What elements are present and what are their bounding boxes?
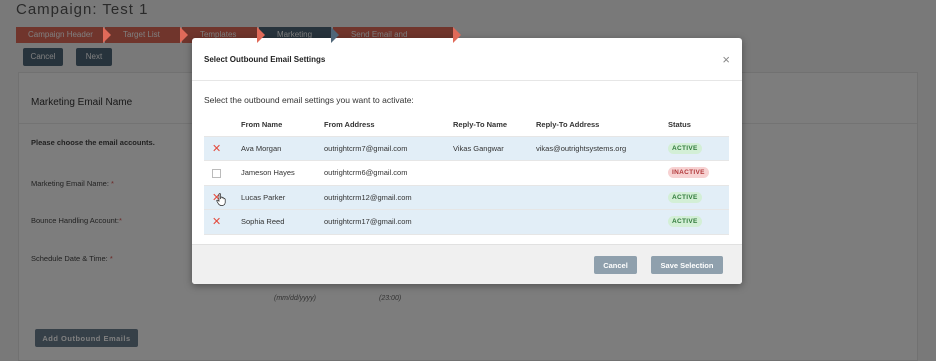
- table-header-row: From Name From Address Reply-To Name Rep…: [204, 113, 729, 137]
- table-row[interactable]: ✕ Sophia Reed outrightcrm17@gmail.com AC…: [204, 209, 729, 235]
- status-badge: ACTIVE: [668, 216, 702, 228]
- modal-header: Select Outbound Email Settings ×: [192, 38, 742, 81]
- from-name: Lucas Parker: [241, 185, 324, 210]
- from-name: Ava Morgan: [241, 136, 324, 161]
- outbound-settings-modal: Select Outbound Email Settings × Select …: [192, 38, 742, 284]
- status-badge: ACTIVE: [668, 191, 702, 203]
- modal-intro: Select the outbound email settings you w…: [204, 95, 414, 105]
- table-row[interactable]: ✕ Lucas Parker outrightcrm12@gmail.com A…: [204, 185, 729, 210]
- header-reply-to-name[interactable]: Reply-To Name: [453, 113, 536, 137]
- table-row[interactable]: ✕ Ava Morgan outrightcrm7@gmail.com Vika…: [204, 136, 729, 161]
- from-address: outrightcrm12@gmail.com: [324, 185, 453, 210]
- modal-title: Select Outbound Email Settings: [204, 55, 326, 64]
- reply-to-name: [453, 209, 536, 235]
- from-address: outrightcrm17@gmail.com: [324, 209, 453, 235]
- x-mark-icon[interactable]: ✕: [212, 216, 221, 228]
- header-from-name[interactable]: From Name: [241, 113, 324, 137]
- from-address: outrightcrm6@gmail.com: [324, 160, 453, 186]
- from-address: outrightcrm7@gmail.com: [324, 136, 453, 161]
- status-badge: ACTIVE: [668, 142, 702, 154]
- reply-to-name: [453, 160, 536, 186]
- header-select: [204, 113, 241, 137]
- close-icon[interactable]: ×: [722, 53, 730, 66]
- reply-to-address: vikas@outrightsystems.org: [536, 136, 668, 161]
- reply-to-name: [453, 185, 536, 210]
- x-mark-icon[interactable]: ✕: [212, 143, 221, 155]
- reply-to-address: [536, 209, 668, 235]
- status-badge: INACTIVE: [668, 167, 709, 179]
- modal-footer: Cancel Save Selection: [192, 244, 742, 284]
- table-row[interactable]: Jameson Hayes outrightcrm6@gmail.com INA…: [204, 160, 729, 186]
- header-reply-to-address[interactable]: Reply-To Address: [536, 113, 668, 137]
- reply-to-name: Vikas Gangwar: [453, 136, 536, 161]
- hand-pointer-icon: [216, 193, 226, 206]
- outbound-settings-table: From Name From Address Reply-To Name Rep…: [204, 113, 729, 235]
- select-checkbox[interactable]: [212, 168, 221, 178]
- reply-to-address: [536, 160, 668, 186]
- header-from-address[interactable]: From Address: [324, 113, 453, 137]
- save-selection-button[interactable]: Save Selection: [651, 256, 723, 274]
- header-status[interactable]: Status: [668, 113, 729, 137]
- reply-to-address: [536, 185, 668, 210]
- from-name: Jameson Hayes: [241, 160, 324, 186]
- from-name: Sophia Reed: [241, 209, 324, 235]
- modal-cancel-button[interactable]: Cancel: [594, 256, 637, 274]
